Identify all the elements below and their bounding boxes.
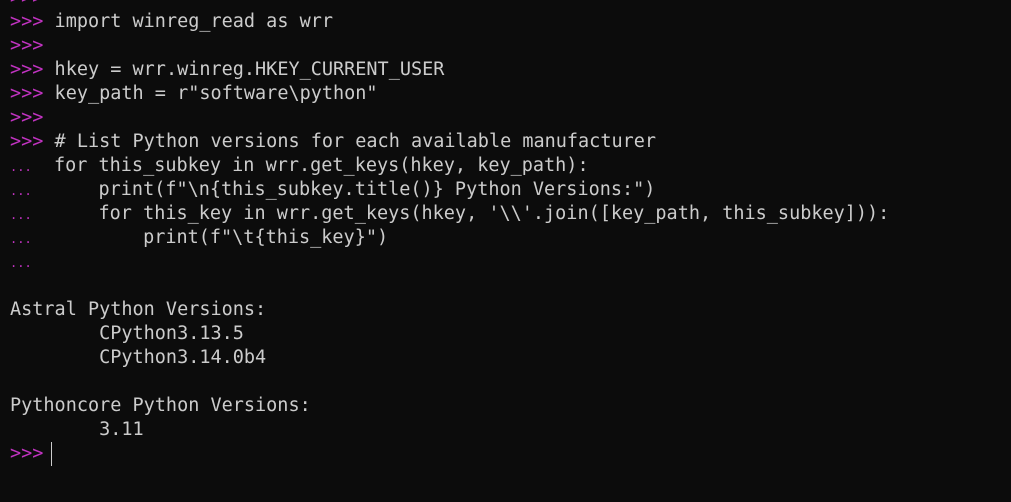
output-heading: Astral Python Versions: xyxy=(10,299,267,320)
output-version: 3.11 xyxy=(10,419,144,440)
line-text: print(f"\t{this_key}") xyxy=(31,227,389,248)
terminal-line: ... print(f"\t{this_key}") xyxy=(10,226,1011,250)
terminal-line: 3.11 xyxy=(10,418,1011,442)
line-text: hkey = wrr.winreg.HKEY_CURRENT_USER xyxy=(43,59,445,80)
terminal-line: Astral Python Versions: xyxy=(10,298,1011,322)
primary-prompt: >>> xyxy=(10,83,44,104)
primary-prompt: >>> xyxy=(10,107,44,128)
primary-prompt: >>> xyxy=(10,11,44,32)
terminal-line: >>> hkey = wrr.winreg.HKEY_CURRENT_USER xyxy=(10,58,1011,82)
text-cursor xyxy=(51,442,53,466)
terminal-line: >>> xyxy=(10,0,1011,10)
primary-prompt: >>> xyxy=(10,0,43,8)
terminal-line: CPython3.14.0b4 xyxy=(10,346,1011,370)
terminal-line: CPython3.13.5 xyxy=(10,322,1011,346)
terminal-line: ... xyxy=(10,250,1011,274)
line-text: key_path = r"software\python" xyxy=(43,83,378,104)
primary-prompt: >>> xyxy=(10,443,44,464)
terminal-line: Pythoncore Python Versions: xyxy=(10,394,1011,418)
terminal-line: >>> # List Python versions for each avai… xyxy=(10,130,1011,154)
primary-prompt: >>> xyxy=(10,59,44,80)
primary-prompt: >>> xyxy=(10,131,44,152)
terminal-line: ... print(f"\n{this_subkey.title()} Pyth… xyxy=(10,178,1011,202)
terminal-input-line[interactable]: >>> xyxy=(10,442,1011,466)
line-text: for this_subkey in wrr.get_keys(hkey, ke… xyxy=(31,155,589,176)
continuation-prompt: ... xyxy=(10,208,32,222)
output-version: CPython3.13.5 xyxy=(10,323,244,344)
terminal-window[interactable]: >>> >>> import winreg_read as wrr >>> >>… xyxy=(0,0,1011,488)
line-text: import winreg_read as wrr xyxy=(43,11,334,32)
terminal-line: ... for this_key in wrr.get_keys(hkey, '… xyxy=(10,202,1011,226)
continuation-prompt: ... xyxy=(10,184,32,198)
terminal-line: >>> xyxy=(10,34,1011,58)
terminal-line: >>> key_path = r"software\python" xyxy=(10,82,1011,106)
output-version: CPython3.14.0b4 xyxy=(10,347,267,368)
continuation-prompt: ... xyxy=(10,232,32,246)
continuation-prompt: ... xyxy=(10,160,32,174)
terminal-line: >>> import winreg_read as wrr xyxy=(10,10,1011,34)
primary-prompt: >>> xyxy=(10,35,44,56)
line-text: print(f"\n{this_subkey.title()} Python V… xyxy=(31,179,656,200)
continuation-prompt: ... xyxy=(10,256,32,270)
line-text: for this_key in wrr.get_keys(hkey, '\\'.… xyxy=(31,203,890,224)
output-heading: Pythoncore Python Versions: xyxy=(10,395,311,416)
terminal-line: >>> xyxy=(10,106,1011,130)
line-text: # List Python versions for each availabl… xyxy=(43,131,657,152)
terminal-line: ... for this_subkey in wrr.get_keys(hkey… xyxy=(10,154,1011,178)
